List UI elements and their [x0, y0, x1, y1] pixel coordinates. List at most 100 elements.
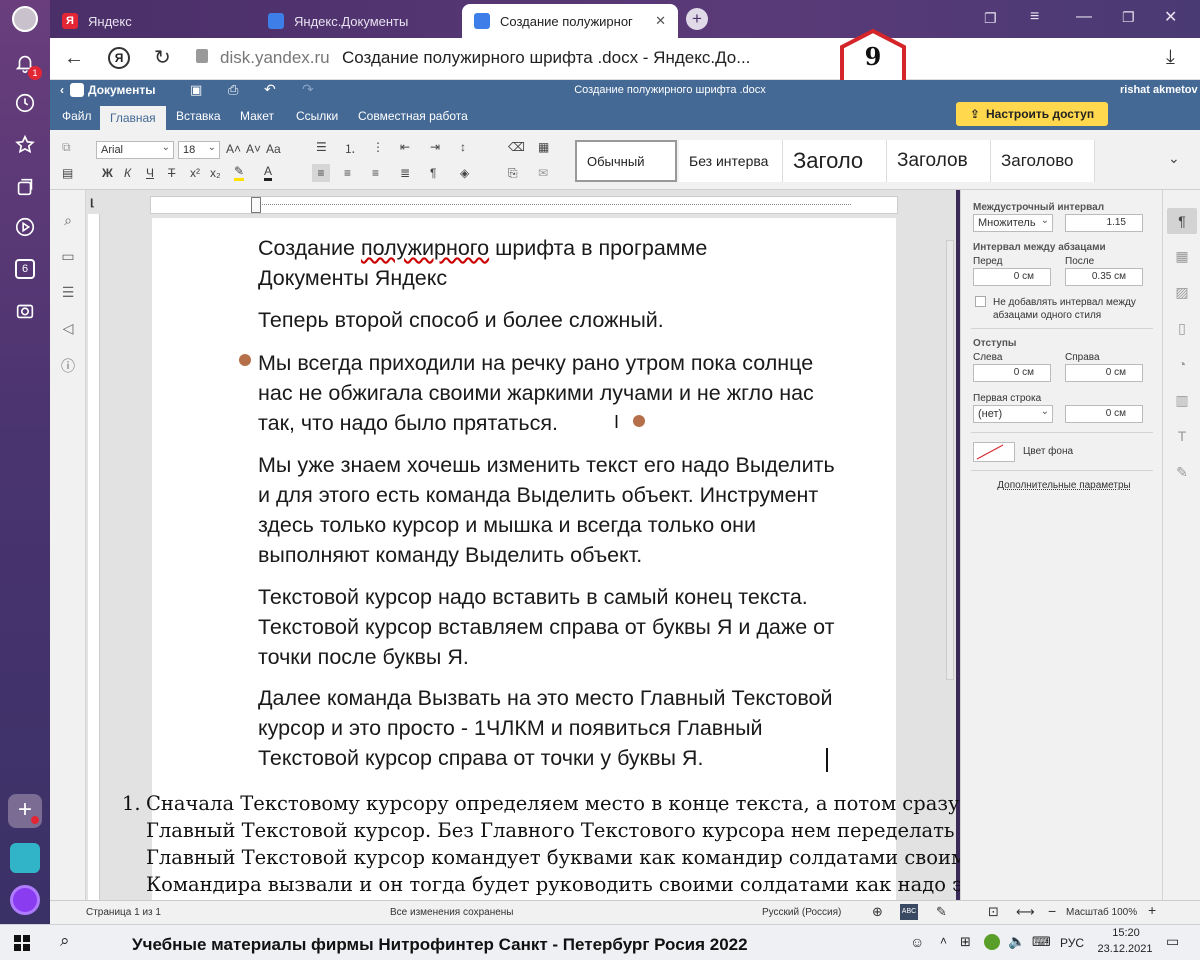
track-changes-icon[interactable]: ✎	[936, 904, 947, 920]
comments-icon[interactable]: ▭	[58, 248, 78, 268]
line-spacing-mode-select[interactable]: Множитель	[973, 213, 1053, 232]
doc-title-paragraph[interactable]: Создание полужирного шрифта в программе …	[258, 233, 858, 293]
tab-home[interactable]: Главная	[100, 106, 166, 130]
tab-file[interactable]: Файл	[52, 102, 102, 130]
shading-icon[interactable]: ◈	[460, 166, 469, 180]
left-indent-input[interactable]: 0 см	[973, 364, 1051, 382]
close-window-icon[interactable]: ✕	[1164, 7, 1177, 27]
text-art-icon[interactable]: T	[1172, 428, 1192, 448]
first-line-mode-select[interactable]: (нет)	[973, 404, 1053, 423]
style-heading-2[interactable]: Заголов	[887, 140, 991, 182]
spellcheck-icon[interactable]: ABC	[900, 904, 918, 920]
font-color-icon[interactable]: A	[264, 164, 273, 181]
signature-icon[interactable]: ✎	[1172, 464, 1192, 484]
style-normal[interactable]: Обычный	[575, 140, 677, 182]
feedback-icon[interactable]: ◁	[58, 320, 78, 340]
paragraph-4[interactable]: Мы уже знаем хочешь изменить текст его н…	[258, 450, 848, 570]
collections-icon[interactable]	[10, 172, 40, 202]
tab-references[interactable]: Ссылки	[286, 102, 348, 130]
copy-style-icon[interactable]: ⎘	[508, 166, 518, 181]
chart-settings-icon[interactable]: ▥	[1172, 392, 1192, 412]
messenger-icon[interactable]	[10, 843, 40, 873]
numbering-icon[interactable]: ⒈	[344, 140, 356, 157]
yandex-button-icon[interactable]: Я	[108, 47, 130, 69]
search-icon[interactable]: ⌕	[58, 212, 78, 232]
mail-merge-icon[interactable]: ✉	[538, 166, 548, 180]
strikethrough-icon[interactable]: Т	[168, 166, 175, 180]
tray-app-icon[interactable]	[984, 934, 1000, 950]
superscript-icon[interactable]: x²	[190, 166, 200, 180]
grow-font-icon[interactable]: A˄	[226, 142, 241, 156]
user-name[interactable]: rishat akmetov	[1120, 84, 1198, 96]
align-left-icon[interactable]: ≡	[312, 164, 330, 182]
paragraph-6[interactable]: Далее команда Вызвать на это место Главн…	[258, 683, 848, 773]
new-tab-button[interactable]: +	[686, 8, 708, 30]
shape-settings-icon[interactable]: ◔	[1172, 356, 1192, 376]
screenshot-icon[interactable]	[10, 296, 40, 326]
paragraph-settings-icon[interactable]: ¶	[1167, 208, 1197, 234]
table-settings-icon[interactable]: ▦	[1172, 248, 1192, 268]
color-scheme-icon[interactable]: ▦	[538, 140, 549, 154]
decrease-indent-icon[interactable]: ⇤	[400, 140, 410, 154]
before-input[interactable]: 0 см	[973, 268, 1051, 286]
right-indent-input[interactable]: 0 см	[1065, 364, 1143, 382]
play-icon[interactable]	[10, 212, 40, 242]
align-center-icon[interactable]: ≡	[344, 166, 351, 180]
zoom-out-icon[interactable]: −	[1048, 903, 1056, 919]
bookmark-icon[interactable]: ❐	[984, 10, 997, 27]
image-settings-icon[interactable]: ▨	[1172, 284, 1192, 304]
close-icon[interactable]: ✕	[655, 13, 666, 29]
line-spacing-input[interactable]: 1.15	[1065, 214, 1143, 232]
paste-icon[interactable]: ▤	[62, 166, 73, 180]
font-name-select[interactable]: Arial	[96, 140, 174, 159]
info-icon[interactable]: ⓘ	[58, 356, 78, 376]
after-input[interactable]: 0.35 см	[1065, 268, 1143, 286]
bold-icon[interactable]: Ж	[102, 166, 113, 180]
advanced-settings-link[interactable]: Дополнительные параметры	[973, 480, 1155, 491]
vertical-ruler[interactable]	[88, 214, 100, 900]
fit-width-icon[interactable]: ⟷	[1016, 904, 1035, 920]
header-footer-icon[interactable]: ▯	[1172, 320, 1192, 340]
windows-start-icon[interactable]	[14, 935, 30, 951]
shrink-font-icon[interactable]: A˅	[246, 142, 261, 156]
minimize-icon[interactable]: —	[1076, 8, 1092, 26]
justify-icon[interactable]: ≣	[400, 166, 410, 180]
language-indicator[interactable]: РУС	[1060, 936, 1084, 950]
paragraph-2[interactable]: Теперь второй способ и более сложный.	[258, 305, 858, 335]
page-title-address[interactable]: Создание полужирного шрифта .docx - Янде…	[342, 48, 750, 68]
url-domain[interactable]: disk.yandex.ru	[220, 48, 330, 68]
increase-indent-icon[interactable]: ⇥	[430, 140, 440, 154]
pilcrow-icon[interactable]: ¶	[430, 166, 436, 180]
maximize-icon[interactable]: ❐	[1122, 9, 1135, 26]
tabs-counter-icon[interactable]: 6	[10, 254, 40, 284]
tab-yandex[interactable]: Я Яндекс	[50, 4, 250, 38]
multilevel-icon[interactable]: ⋮	[372, 140, 384, 154]
undo-icon[interactable]: ↶	[264, 81, 276, 98]
tab-stop-icon[interactable]: ⌊	[90, 198, 95, 209]
tray-app-icon[interactable]: ⊞	[960, 934, 971, 950]
line-spacing-icon[interactable]: ↕	[460, 140, 466, 154]
tab-yandex-docs[interactable]: Яндекс.Документы	[256, 4, 456, 38]
selection-end-handle[interactable]	[633, 415, 645, 427]
person-icon[interactable]: ☺	[910, 934, 924, 950]
highlight-icon[interactable]: ✎	[234, 164, 245, 181]
style-more-icon[interactable]: ⌄	[1168, 150, 1180, 167]
align-right-icon[interactable]: ≡	[372, 166, 379, 180]
change-case-icon[interactable]: Aa	[266, 142, 281, 156]
copy-icon[interactable]: ⧉	[62, 140, 71, 155]
fit-page-icon[interactable]: ⊡	[988, 904, 999, 920]
save-icon[interactable]: ▣	[190, 82, 202, 98]
redo-icon[interactable]: ↷	[302, 81, 314, 98]
search-icon[interactable]: ⌕	[60, 931, 70, 951]
paragraph-5[interactable]: Текстовой курсор надо вставить в самый к…	[258, 582, 848, 672]
star-icon[interactable]	[10, 130, 40, 160]
bg-color-picker[interactable]	[973, 442, 1015, 462]
back-icon[interactable]: ←	[64, 47, 84, 70]
tab-layout[interactable]: Макет	[230, 102, 284, 130]
volume-icon[interactable]: 🔈	[1008, 933, 1025, 950]
keyboard-icon[interactable]: ⌨	[1032, 934, 1051, 950]
no-interval-checkbox[interactable]	[975, 296, 986, 307]
alice-icon[interactable]	[10, 885, 40, 915]
indent-marker[interactable]	[251, 197, 261, 213]
globe-icon[interactable]: ⊕	[872, 904, 883, 920]
